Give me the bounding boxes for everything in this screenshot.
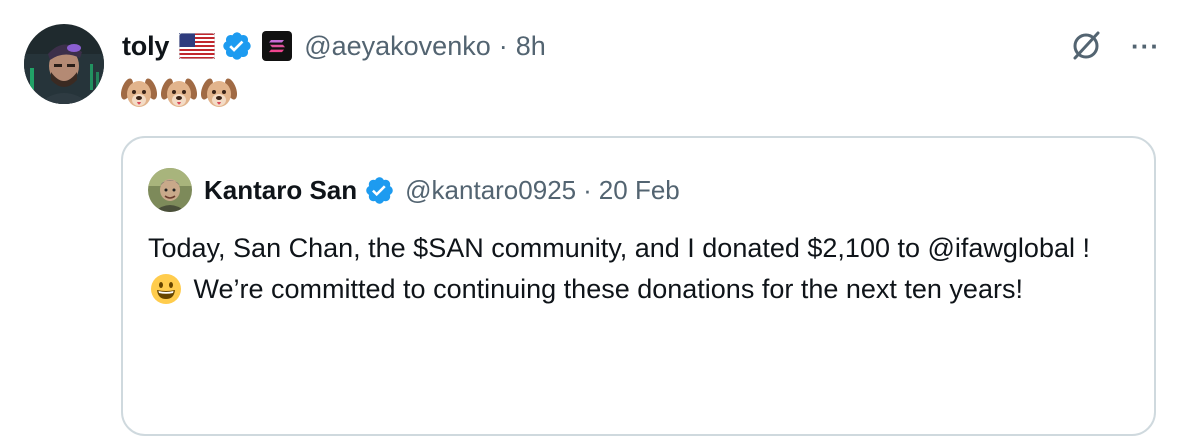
dog-face-emoji-icon [160, 75, 198, 116]
quoted-author-handle[interactable]: @kantaro0925 [405, 175, 576, 206]
tweet-timestamp[interactable]: 8h [516, 31, 546, 62]
quoted-tweet-header: Kantaro San @kantaro0925 · 20 Feb [148, 168, 680, 212]
author-name[interactable]: toly [122, 31, 169, 62]
verified-badge-icon[interactable] [221, 30, 253, 62]
more-options-icon[interactable]: ··· [1131, 33, 1160, 59]
quoted-tweet-text-part2: We’re committed to continuing these dona… [186, 274, 1023, 304]
author-avatar[interactable] [24, 24, 104, 104]
quoted-tweet-text: Today, San Chan, the $SAN community, and… [148, 228, 1108, 317]
quoted-author-avatar[interactable] [148, 168, 192, 212]
tweet-header: toly @aeyakovenko · 8h [122, 26, 546, 66]
quoted-tweet-timestamp[interactable]: 20 Feb [599, 175, 680, 206]
dog-face-emoji-icon [200, 75, 238, 116]
dog-face-emoji-icon [120, 75, 158, 116]
quoted-tweet-card[interactable]: Kantaro San @kantaro0925 · 20 Feb Today,… [121, 136, 1156, 436]
tweet-body [120, 75, 238, 116]
tweet-actions-top: ··· [1069, 26, 1160, 66]
us-flag-icon [179, 33, 216, 59]
verified-badge-icon[interactable] [364, 175, 395, 206]
separator-dot: · [583, 174, 592, 205]
grok-icon[interactable] [1069, 29, 1103, 63]
solana-affiliate-badge-icon[interactable] [262, 31, 293, 61]
author-handle[interactable]: @aeyakovenko [304, 31, 491, 62]
quoted-author-name[interactable]: Kantaro San [204, 175, 357, 206]
separator-dot: · [498, 30, 508, 61]
grinning-face-emoji-icon [150, 273, 182, 317]
quoted-tweet-text-part1: Today, San Chan, the $SAN community, and… [148, 233, 1090, 263]
